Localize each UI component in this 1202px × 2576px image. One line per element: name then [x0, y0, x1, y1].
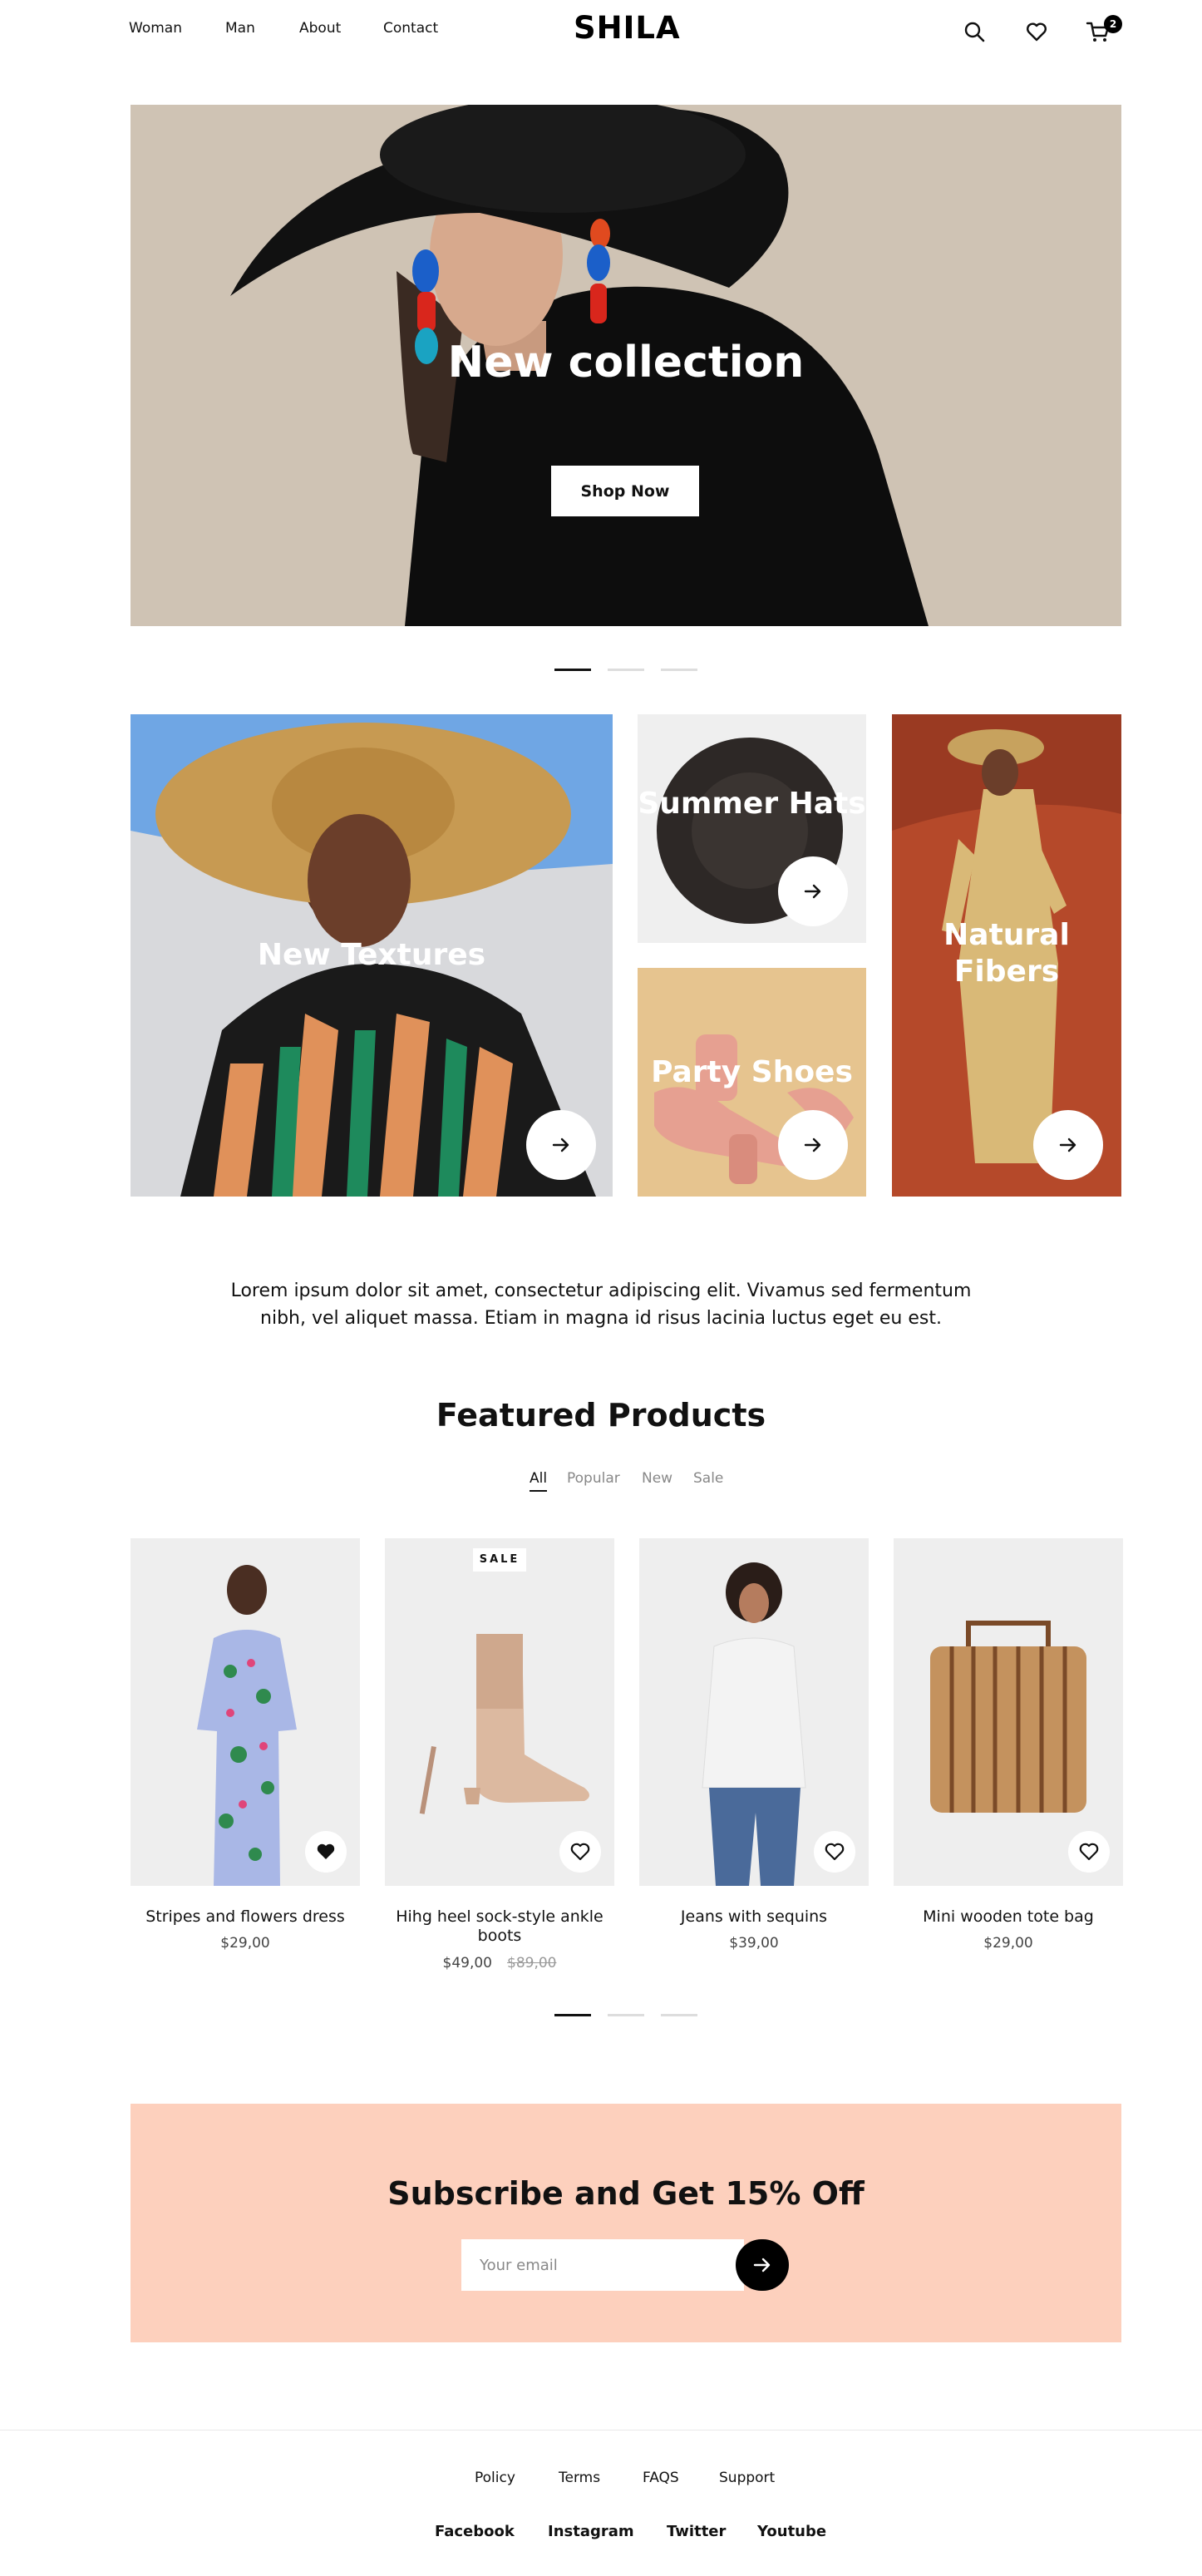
- product-price: $29,00: [131, 1935, 360, 1952]
- favorite-button[interactable]: [305, 1831, 347, 1873]
- product-name[interactable]: Stripes and flowers dress: [131, 1907, 360, 1927]
- tab-popular[interactable]: Popular: [567, 1470, 620, 1487]
- arrow-right-button[interactable]: [526, 1110, 596, 1180]
- carousel-dot-3[interactable]: [661, 669, 697, 671]
- favorite-button[interactable]: [559, 1831, 601, 1873]
- arrow-right-icon: [804, 1137, 821, 1152]
- category-title: Party Shoes: [651, 1055, 853, 1089]
- tab-sale[interactable]: Sale: [693, 1470, 723, 1487]
- carousel-dot-1[interactable]: [554, 669, 591, 671]
- product-name[interactable]: Jeans with sequins: [639, 1907, 869, 1927]
- product-card-image[interactable]: SALE: [385, 1538, 614, 1886]
- arrow-right-icon: [552, 1137, 569, 1152]
- tab-new[interactable]: New: [642, 1470, 672, 1487]
- social-link-youtube[interactable]: Youtube: [757, 2523, 826, 2540]
- tab-all[interactable]: All: [530, 1470, 548, 1492]
- products-carousel-dots: [554, 2014, 697, 2016]
- social-link-twitter[interactable]: Twitter: [667, 2523, 726, 2540]
- product-price: $39,00: [639, 1935, 869, 1952]
- carousel-dot-2[interactable]: [608, 2014, 644, 2016]
- social-link-instagram[interactable]: Instagram: [548, 2523, 634, 2540]
- old-price: $89,00: [507, 1955, 557, 1971]
- category-natural-fibers[interactable]: Natural Fibers: [892, 714, 1121, 1197]
- arrow-right-button[interactable]: [778, 856, 848, 926]
- arrow-right-icon: [1059, 1137, 1076, 1152]
- arrow-right-button[interactable]: [778, 1110, 848, 1180]
- product-card-image[interactable]: [639, 1538, 869, 1886]
- product-card-image[interactable]: [894, 1538, 1123, 1886]
- nav-about[interactable]: About: [299, 20, 341, 37]
- product-name[interactable]: Mini wooden tote bag: [894, 1907, 1123, 1927]
- arrow-right-button[interactable]: [1033, 1110, 1103, 1180]
- price: $29,00: [220, 1935, 270, 1952]
- heart-icon: [825, 1843, 845, 1861]
- carousel-dot-2[interactable]: [608, 669, 644, 671]
- nav-man[interactable]: Man: [225, 20, 255, 37]
- carousel-dot-3[interactable]: [661, 2014, 697, 2016]
- price: $49,00: [442, 1955, 492, 1971]
- nav-contact[interactable]: Contact: [383, 20, 438, 37]
- arrow-right-icon: [753, 2258, 771, 2273]
- product-price: $29,00: [894, 1935, 1123, 1952]
- category-summer-hats[interactable]: Summer Hats: [638, 714, 866, 943]
- search-icon[interactable]: [963, 20, 986, 43]
- intro-text: Lorem ipsum dolor sit amet, consectetur …: [230, 1281, 972, 1329]
- footer-link-terms[interactable]: Terms: [559, 2470, 600, 2486]
- heart-icon: [570, 1843, 590, 1861]
- footer-link-policy[interactable]: Policy: [475, 2470, 515, 2486]
- arrow-right-icon: [804, 884, 821, 899]
- heart-filled-icon: [317, 1843, 335, 1859]
- footer-link-support[interactable]: Support: [719, 2470, 775, 2486]
- category-party-shoes[interactable]: Party Shoes: [638, 968, 866, 1197]
- category-new-textures[interactable]: New Textures: [131, 714, 613, 1197]
- hero-title: New collection: [447, 338, 805, 387]
- social-link-facebook[interactable]: Facebook: [435, 2523, 515, 2540]
- cart-count-badge: 2: [1104, 15, 1122, 33]
- price: $29,00: [983, 1935, 1033, 1952]
- email-field[interactable]: [461, 2239, 744, 2291]
- site-header: Woman Man About Contact SHILA 2: [0, 0, 1202, 60]
- nav-woman[interactable]: Woman: [129, 20, 182, 37]
- product-name[interactable]: Hihg heel sock-style ankle boots: [385, 1907, 614, 1946]
- hero-banner: New collection Shop Now: [131, 105, 1121, 626]
- sale-badge: SALE: [473, 1548, 526, 1572]
- footer-link-faqs[interactable]: FAQS: [643, 2470, 679, 2486]
- hero-carousel-dots: [554, 669, 697, 671]
- shop-now-button[interactable]: Shop Now: [551, 466, 699, 516]
- category-title: Summer Hats: [638, 787, 866, 821]
- price: $39,00: [729, 1935, 779, 1952]
- subscribe-section: Subscribe and Get 15% Off: [131, 2104, 1121, 2342]
- heart-icon[interactable]: [1025, 20, 1048, 43]
- category-title: New Textures: [257, 938, 486, 972]
- featured-products-title: Featured Products: [436, 1397, 766, 1434]
- logo[interactable]: SHILA: [574, 10, 680, 46]
- subscribe-button[interactable]: [736, 2239, 789, 2291]
- subscribe-title: Subscribe and Get 15% Off: [387, 2175, 865, 2212]
- carousel-dot-1[interactable]: [554, 2014, 591, 2016]
- product-price: $49,00 $89,00: [385, 1955, 614, 1971]
- category-title: Natural Fibers: [943, 918, 1070, 989]
- product-card-image[interactable]: [131, 1538, 360, 1886]
- heart-icon: [1079, 1843, 1099, 1861]
- favorite-button[interactable]: [814, 1831, 855, 1873]
- favorite-button[interactable]: [1068, 1831, 1110, 1873]
